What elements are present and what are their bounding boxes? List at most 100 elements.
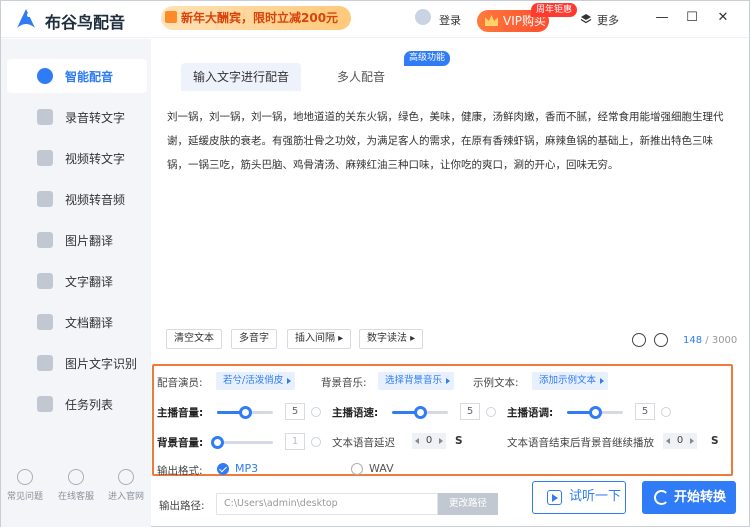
- voice-label: 配音演员:: [157, 377, 203, 389]
- undo-icon[interactable]: [632, 333, 646, 347]
- website-label: 进入官网: [107, 492, 144, 502]
- sidebar-item-audio-to-text[interactable]: 录音转文字: [7, 100, 147, 134]
- microphone-icon: [37, 68, 53, 84]
- video-text-icon: [37, 150, 53, 166]
- text-translate-icon: [37, 273, 53, 289]
- arrow-right-icon[interactable]: [690, 438, 694, 444]
- slider-knob[interactable]: [239, 406, 252, 419]
- speed-slider[interactable]: [392, 406, 448, 419]
- char-count: 148: [683, 335, 703, 346]
- output-path-input[interactable]: C:\Users\admin\desktop: [216, 493, 438, 515]
- radio-mp3[interactable]: [217, 463, 229, 475]
- sidebar-item-label: 视频转文字: [65, 152, 126, 166]
- sidebar-item-image-translate[interactable]: 图片翻译: [7, 223, 147, 257]
- pitch-slider[interactable]: [567, 406, 623, 419]
- dubbing-text-input[interactable]: 刘一锅，刘一锅，刘一锅，地地道道的关东火锅，绿色，美味，健康，汤鲜肉嫩，香而不腻…: [167, 105, 732, 315]
- change-path-button[interactable]: 更改路径: [438, 493, 498, 515]
- vip-badge: 周年钜惠: [531, 3, 578, 17]
- home-icon: [118, 469, 134, 485]
- delay-label: 文本语音延迟: [332, 437, 395, 449]
- bg-volume-value[interactable]: 1: [285, 433, 305, 450]
- preview-button[interactable]: 试听一下: [532, 481, 626, 514]
- polyphone-button[interactable]: 多音字: [231, 329, 277, 349]
- ocr-icon: [37, 355, 53, 371]
- promo-banner[interactable]: 新年大酬宾，限时立减200元: [161, 6, 351, 30]
- pitch-value[interactable]: 5: [635, 403, 655, 420]
- mp3-label[interactable]: MP3: [235, 462, 258, 475]
- wav-label[interactable]: WAV: [369, 462, 394, 475]
- more-menu[interactable]: 更多: [597, 12, 619, 28]
- bgm-label: 背景音乐:: [321, 377, 367, 389]
- continue-stepper[interactable]: 0: [663, 433, 697, 449]
- sidebar-item-doc-translate[interactable]: 文档翻译: [7, 305, 147, 339]
- continue-label: 文本语音结束后背景音继续播放: [507, 437, 654, 449]
- tab-text-dubbing[interactable]: 输入文字进行配音: [181, 63, 301, 91]
- reset-icon[interactable]: [311, 437, 321, 447]
- sidebar-item-smart-dubbing[interactable]: 智能配音: [7, 59, 147, 93]
- doc-translate-icon: [37, 314, 53, 330]
- sidebar-item-label: 任务列表: [65, 398, 114, 412]
- char-counter: 148 / 3000: [683, 335, 737, 346]
- app-title: 布谷鸟配音: [45, 13, 126, 32]
- main-volume-value[interactable]: 5: [285, 403, 305, 420]
- sidebar-item-label: 图片文字识别: [65, 357, 138, 371]
- sample-select[interactable]: 添加示例文本: [532, 372, 609, 390]
- pitch-label: 主播语调:: [507, 407, 554, 419]
- sidebar-item-label: 文档翻译: [65, 316, 114, 330]
- voice-select[interactable]: 若兮/活泼俏皮: [216, 372, 296, 390]
- continue-unit: S: [711, 435, 719, 447]
- redo-icon[interactable]: [654, 333, 668, 347]
- bg-volume-slider[interactable]: [211, 436, 273, 449]
- slider-knob[interactable]: [211, 436, 224, 449]
- delay-stepper[interactable]: 0: [412, 433, 446, 449]
- login-link[interactable]: 登录: [439, 12, 461, 28]
- slider-knob[interactable]: [589, 406, 602, 419]
- sidebar-item-ocr[interactable]: 图片文字识别: [7, 346, 147, 380]
- task-list-icon: [37, 396, 53, 412]
- sidebar-item-label: 图片翻译: [65, 234, 114, 248]
- sidebar-item-video-to-audio[interactable]: 视频转音频: [7, 182, 147, 216]
- insert-pause-button[interactable]: 插入间隔 ▸: [287, 329, 352, 349]
- arrow-right-icon[interactable]: [439, 438, 443, 444]
- minimize-button[interactable]: —: [653, 9, 671, 27]
- avatar-icon[interactable]: [415, 9, 431, 25]
- reset-icon[interactable]: [486, 407, 496, 417]
- char-limit: / 3000: [705, 335, 738, 346]
- reset-icon[interactable]: [661, 407, 671, 417]
- faq-link[interactable]: 常见问题: [3, 469, 47, 502]
- layers-icon[interactable]: [580, 13, 592, 25]
- format-label: 输出格式:: [157, 465, 203, 477]
- main-volume-label: 主播音量:: [157, 407, 204, 419]
- logo-icon: [17, 9, 35, 28]
- reset-icon[interactable]: [311, 407, 321, 417]
- sidebar-item-label: 录音转文字: [65, 111, 126, 125]
- continue-value: 0: [676, 435, 684, 446]
- promo-text: 新年大酬宾，限时立减200元: [181, 11, 339, 25]
- clear-text-button[interactable]: 清空文本: [166, 329, 222, 349]
- number-reading-button[interactable]: 数字读法 ▸: [359, 329, 424, 349]
- slider-knob[interactable]: [414, 406, 427, 419]
- website-link[interactable]: 进入官网: [104, 469, 148, 502]
- sidebar-item-video-to-text[interactable]: 视频转文字: [7, 141, 147, 175]
- delay-unit: S: [455, 435, 463, 447]
- radio-wav[interactable]: [351, 463, 363, 475]
- tab-multi-dubbing[interactable]: 多人配音: [311, 63, 411, 91]
- arrow-left-icon[interactable]: [666, 438, 670, 444]
- start-convert-button[interactable]: 开始转换: [642, 481, 736, 514]
- sample-label: 示例文本:: [473, 377, 519, 389]
- sidebar-item-label: 文字翻译: [65, 275, 114, 289]
- sidebar: 智能配音 录音转文字 视频转文字 视频转音频 图片翻译 文字翻译 文档翻译 图片…: [1, 39, 151, 527]
- bgm-select[interactable]: 选择背景音乐: [378, 372, 455, 390]
- sidebar-item-text-translate[interactable]: 文字翻译: [7, 264, 147, 298]
- maximize-button[interactable]: ☐: [683, 9, 701, 27]
- support-link[interactable]: 在线客服: [54, 469, 98, 502]
- sidebar-item-label: 视频转音频: [65, 193, 126, 207]
- image-translate-icon: [37, 232, 53, 248]
- sidebar-item-task-list[interactable]: 任务列表: [7, 387, 147, 421]
- main-volume-slider[interactable]: [217, 406, 273, 419]
- arrow-left-icon[interactable]: [415, 438, 419, 444]
- speed-value[interactable]: 5: [460, 403, 480, 420]
- chat-icon: [68, 469, 84, 485]
- close-button[interactable]: ✕: [714, 9, 732, 27]
- support-label: 在线客服: [57, 492, 94, 502]
